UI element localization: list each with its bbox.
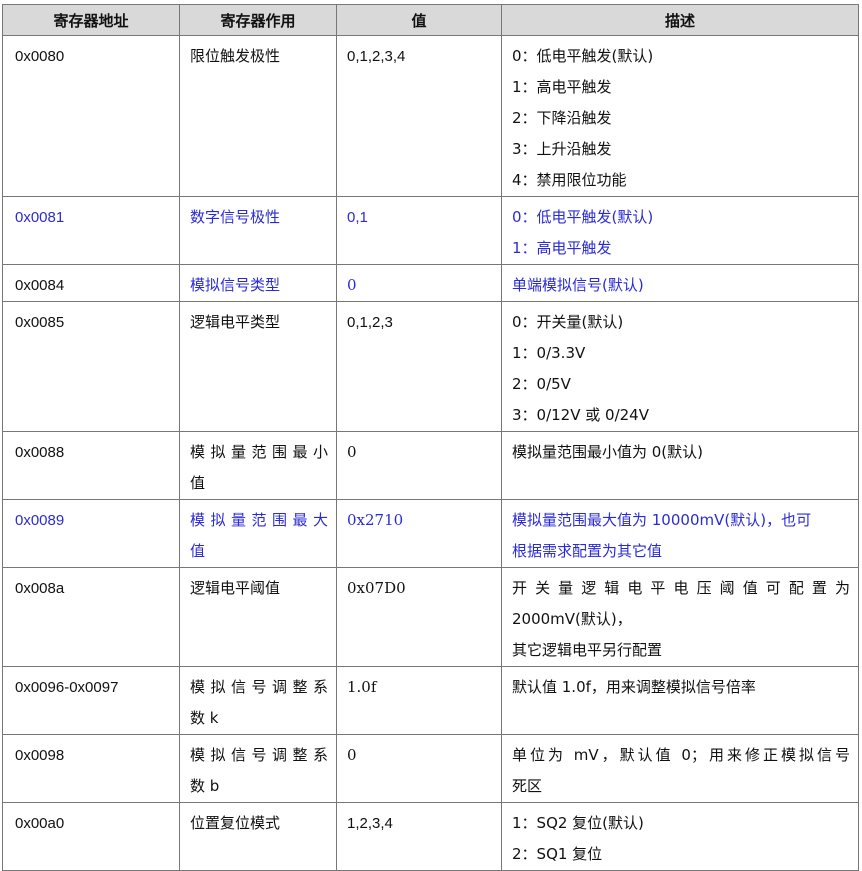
description-line: 1：SQ2 复位(默认) — [512, 814, 644, 832]
cell-value: 1.0f — [336, 666, 502, 735]
cell-function: 模拟信号调整系 数 k — [179, 666, 337, 735]
description-line: 模拟量范围最小值为 0(默认) — [512, 443, 704, 461]
register-table: 寄存器地址 寄存器作用 值 描述 0x0080 限位触发极性 0,1,2,3,4… — [2, 4, 859, 871]
description-line: 0：开关量(默认) — [512, 313, 624, 331]
function-line: 数 k — [190, 709, 219, 727]
cell-address: 0x0084 — [2, 264, 180, 302]
cell-description: 0：低电平触发(默认) 1：高电平触发 2：下降沿触发 3：上升沿触发 4：禁用… — [501, 35, 859, 197]
cell-function: 逻辑电平类型 — [179, 301, 337, 432]
header-value: 值 — [336, 4, 502, 36]
cell-function: 逻辑电平阈值 — [179, 567, 337, 667]
function-line: 数 b — [190, 777, 220, 795]
description-line: 3：上升沿触发 — [512, 140, 612, 158]
cell-function: 模拟信号类型 — [179, 264, 337, 302]
description-line: 单端模拟信号(默认) — [512, 276, 644, 294]
description-line: 死区 — [512, 777, 543, 795]
function-line: 值 — [190, 474, 206, 492]
function-line: 值 — [190, 542, 206, 560]
table-row: 0x0098 模拟信号调整系 数 b 0 单位为 mV，默认值 0；用来修正模拟… — [2, 734, 859, 803]
description-line: 1：0/3.3V — [512, 344, 586, 362]
cell-function: 模拟量范围最大 值 — [179, 499, 337, 568]
cell-description: 0：低电平触发(默认) 1：高电平触发 — [501, 196, 859, 265]
table-row: 0x0080 限位触发极性 0,1,2,3,4 0：低电平触发(默认) 1：高电… — [2, 35, 859, 197]
description-line: 1：高电平触发 — [512, 78, 612, 96]
cell-description: 单位为 mV，默认值 0；用来修正模拟信号 死区 — [501, 734, 859, 803]
table-row: 0x0088 模拟量范围最小 值 0 模拟量范围最小值为 0(默认) — [2, 431, 859, 500]
table-row: 0x0085 逻辑电平类型 0,1,2,3 0：开关量(默认) 1：0/3.3V… — [2, 301, 859, 432]
description-line: 4：禁用限位功能 — [512, 171, 627, 189]
description-line: 其它逻辑电平另行配置 — [512, 641, 663, 659]
table-row: 0x0084 模拟信号类型 0 单端模拟信号(默认) — [2, 264, 859, 302]
table-row: 0x00a0 位置复位模式 1,2,3,4 1：SQ2 复位(默认) 2：SQ1… — [2, 802, 859, 871]
description-line: 单位为 mV，默认值 0；用来修正模拟信号 — [512, 746, 850, 764]
table-row: 0x0089 模拟量范围最大 值 0x2710 模拟量范围最大值为 10000m… — [2, 499, 859, 568]
cell-address: 0x0096-0x0097 — [2, 666, 180, 735]
cell-value: 0,1 — [336, 196, 502, 265]
description-line: 2：0/5V — [512, 375, 571, 393]
description-line: 根据需求配置为其它值 — [512, 542, 663, 560]
description-line: 模拟量范围最大值为 10000mV(默认)，也可 — [512, 511, 812, 529]
cell-value: 0,1,2,3,4 — [336, 35, 502, 197]
description-line: 0：低电平触发(默认) — [512, 47, 654, 65]
table-row: 0x008a 逻辑电平阈值 0x07D0 开关量逻辑电平电压阈值可配置为 200… — [2, 567, 859, 667]
cell-function: 位置复位模式 — [179, 802, 337, 871]
header-description: 描述 — [501, 4, 859, 36]
cell-description: 开关量逻辑电平电压阈值可配置为 2000mV(默认)， 其它逻辑电平另行配置 — [501, 567, 859, 667]
description-line: 2：下降沿触发 — [512, 109, 612, 127]
cell-description: 默认值 1.0f，用来调整模拟信号倍率 — [501, 666, 859, 735]
cell-value: 0 — [336, 734, 502, 803]
table-row: 0x0096-0x0097 模拟信号调整系 数 k 1.0f 默认值 1.0f，… — [2, 666, 859, 735]
description-line: 开关量逻辑电平电压阈值可配置为 — [512, 579, 850, 597]
cell-address: 0x0088 — [2, 431, 180, 500]
description-line: 0：低电平触发(默认) — [512, 208, 654, 226]
cell-address: 0x0081 — [2, 196, 180, 265]
cell-value: 0 — [336, 431, 502, 500]
table-row: 0x0081 数字信号极性 0,1 0：低电平触发(默认) 1：高电平触发 — [2, 196, 859, 265]
cell-value: 0,1,2,3 — [336, 301, 502, 432]
cell-description: 模拟量范围最小值为 0(默认) — [501, 431, 859, 500]
cell-function: 限位触发极性 — [179, 35, 337, 197]
cell-description: 0：开关量(默认) 1：0/3.3V 2：0/5V 3：0/12V 或 0/24… — [501, 301, 859, 432]
cell-address: 0x0089 — [2, 499, 180, 568]
cell-description: 单端模拟信号(默认) — [501, 264, 859, 302]
cell-function: 数字信号极性 — [179, 196, 337, 265]
header-address: 寄存器地址 — [2, 4, 180, 36]
cell-function: 模拟量范围最小 值 — [179, 431, 337, 500]
cell-address: 0x0098 — [2, 734, 180, 803]
cell-description: 1：SQ2 复位(默认) 2：SQ1 复位 — [501, 802, 859, 871]
header-function: 寄存器作用 — [179, 4, 337, 36]
table-header-row: 寄存器地址 寄存器作用 值 描述 — [2, 4, 859, 36]
cell-address: 0x008a — [2, 567, 180, 667]
cell-address: 0x00a0 — [2, 802, 180, 871]
function-line: 模拟信号调整系 — [190, 678, 328, 696]
cell-description: 模拟量范围最大值为 10000mV(默认)，也可 根据需求配置为其它值 — [501, 499, 859, 568]
description-line: 1：高电平触发 — [512, 239, 612, 257]
description-line: 2000mV(默认)， — [512, 610, 632, 628]
cell-function: 模拟信号调整系 数 b — [179, 734, 337, 803]
cell-value: 0x07D0 — [336, 567, 502, 667]
cell-value: 1,2,3,4 — [336, 802, 502, 871]
cell-address: 0x0085 — [2, 301, 180, 432]
function-line: 模拟量范围最大 — [190, 511, 328, 529]
cell-value: 0x2710 — [336, 499, 502, 568]
function-line: 模拟信号调整系 — [190, 746, 328, 764]
function-line: 模拟量范围最小 — [190, 443, 328, 461]
description-line: 3：0/12V 或 0/24V — [512, 406, 649, 424]
description-line: 2：SQ1 复位 — [512, 845, 603, 863]
cell-value: 0 — [336, 264, 502, 302]
description-line: 默认值 1.0f，用来调整模拟信号倍率 — [512, 678, 756, 696]
cell-address: 0x0080 — [2, 35, 180, 197]
